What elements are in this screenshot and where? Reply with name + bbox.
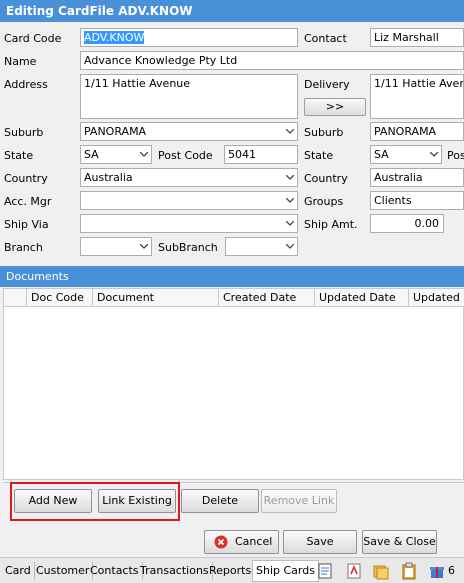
column-updated-by[interactable]: Updated By <box>408 289 464 307</box>
state-label: State <box>4 149 34 162</box>
suburb-label: Suburb <box>4 126 44 139</box>
chevron-down-icon <box>137 238 151 255</box>
branch-label: Branch <box>4 241 43 254</box>
gift-icon[interactable] <box>428 562 446 580</box>
country-label: Country <box>4 172 48 185</box>
chevron-down-icon <box>283 238 297 255</box>
row-selector-header <box>4 289 26 307</box>
delivery-country-label: Country <box>304 172 348 185</box>
grid-header: Doc Code Document Created Date Updated D… <box>4 289 464 307</box>
documents-header: Documents <box>0 266 464 287</box>
suburb-value: PANORAMA <box>84 125 147 138</box>
delivery-label: Delivery <box>304 78 350 91</box>
chevron-down-icon <box>283 192 297 209</box>
acc-mgr-label: Acc. Mgr <box>4 195 52 208</box>
remove-link-button[interactable]: Remove Link <box>261 489 337 513</box>
chevron-down-icon <box>283 123 297 140</box>
documents-grid[interactable]: Doc Code Document Created Date Updated D… <box>3 288 464 480</box>
chevron-down-icon <box>283 169 297 186</box>
tab-reports[interactable]: Reports <box>206 562 256 580</box>
column-doc-code[interactable]: Doc Code <box>26 289 92 307</box>
delivery-post-label: Pos <box>447 149 464 162</box>
delivery-country-dropdown[interactable]: Australia <box>370 168 464 187</box>
tab-transactions[interactable]: Transactions <box>137 562 213 580</box>
cardfile-form: Card Code ADV.KNOW Contact Liz Marshall … <box>0 22 464 266</box>
clipboard-icon[interactable] <box>400 562 418 580</box>
delivery-country-value: Australia <box>374 171 423 184</box>
address-label: Address <box>4 78 48 91</box>
name-input[interactable]: Advance Knowledge Pty Ltd <box>80 51 464 70</box>
pdf-icon[interactable] <box>345 562 363 580</box>
subbranch-label: SubBranch <box>158 241 218 254</box>
post-code-input[interactable]: 5041 <box>224 145 298 164</box>
subbranch-dropdown[interactable] <box>225 237 298 256</box>
chevron-down-icon <box>427 146 441 163</box>
country-dropdown[interactable]: Australia <box>80 168 298 187</box>
tab-card[interactable]: Card <box>2 562 35 580</box>
tab-badge: 6 <box>448 564 455 577</box>
copy-address-button[interactable]: >> <box>304 98 366 116</box>
delivery-state-dropdown[interactable]: SA <box>370 145 442 164</box>
tab-strip: Card Customer Contacts Transactions Repo… <box>0 557 464 583</box>
column-document[interactable]: Document <box>92 289 218 307</box>
state-value: SA <box>84 148 99 161</box>
post-code-label: Post Code <box>158 149 213 162</box>
state-dropdown[interactable]: SA <box>80 145 152 164</box>
name-label: Name <box>4 55 37 68</box>
ship-via-dropdown[interactable] <box>80 214 298 233</box>
ship-via-label: Ship Via <box>4 218 49 231</box>
address-input[interactable]: 1/11 Hattie Avenue <box>80 74 298 119</box>
contact-label: Contact <box>304 32 347 45</box>
delivery-suburb-dropdown[interactable]: PANORAMA <box>370 122 464 141</box>
ship-amt-label: Ship Amt. <box>304 218 358 231</box>
cancel-icon <box>214 535 228 549</box>
column-updated-date[interactable]: Updated Date <box>314 289 408 307</box>
acc-mgr-dropdown[interactable] <box>80 191 298 210</box>
card-code-input[interactable]: ADV.KNOW <box>80 28 298 47</box>
window-title: Editing CardFile ADV.KNOW <box>0 0 464 22</box>
country-value: Australia <box>84 171 133 184</box>
tab-contacts[interactable]: Contacts <box>87 562 143 580</box>
save-close-button[interactable]: Save & Close <box>362 530 437 554</box>
tab-ship-cards[interactable]: Ship Cards <box>252 560 319 582</box>
delete-button[interactable]: Delete <box>181 489 259 513</box>
chevron-down-icon <box>283 215 297 232</box>
document-list-icon[interactable] <box>316 562 334 580</box>
contact-input[interactable]: Liz Marshall <box>370 28 464 47</box>
chevron-down-icon <box>137 146 151 163</box>
delivery-suburb-value: PANORAMA <box>374 125 437 138</box>
cancel-button[interactable]: Cancel <box>204 530 279 554</box>
tab-customer[interactable]: Customer <box>33 562 94 580</box>
delivery-suburb-label: Suburb <box>304 126 344 139</box>
highlight-box <box>10 482 180 521</box>
footer-bar: Cancel Save Save & Close <box>0 527 464 557</box>
delivery-state-value: SA <box>374 148 389 161</box>
delivery-state-label: State <box>304 149 334 162</box>
groups-dropdown[interactable]: Clients <box>370 191 464 210</box>
card-code-label: Card Code <box>4 32 62 45</box>
groups-value: Clients <box>374 194 412 207</box>
branch-dropdown[interactable] <box>80 237 152 256</box>
ship-amt-input[interactable]: 0.00 <box>370 214 444 233</box>
suburb-dropdown[interactable]: PANORAMA <box>80 122 298 141</box>
folders-icon[interactable] <box>372 562 390 580</box>
delivery-input[interactable]: 1/11 Hattie Avenue <box>370 74 464 119</box>
groups-label: Groups <box>304 195 344 208</box>
save-button[interactable]: Save <box>283 530 357 554</box>
column-created-date[interactable]: Created Date <box>218 289 314 307</box>
